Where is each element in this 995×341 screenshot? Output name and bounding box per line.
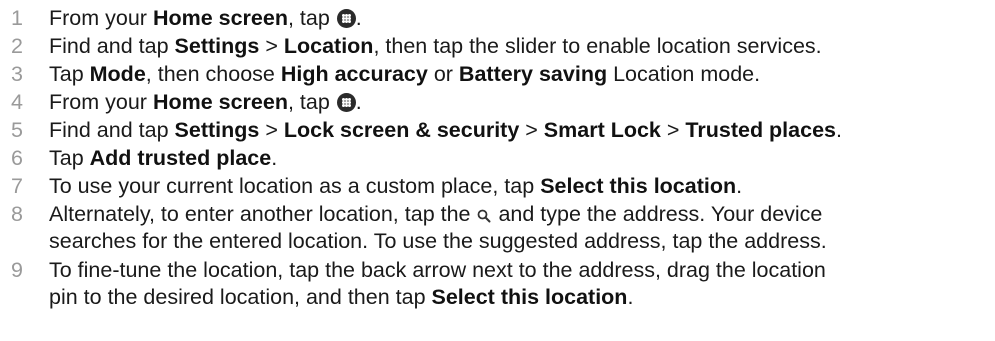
step-text: To fine-tune the location, tap the back …	[49, 257, 995, 311]
text-run: Tap	[49, 62, 90, 86]
search-icon	[476, 208, 492, 224]
text-run: , tap	[287, 90, 336, 114]
text-run: .	[836, 118, 842, 142]
bold-term: Home screen	[152, 90, 288, 114]
bold-term: Settings	[174, 34, 260, 58]
text-run: .	[736, 174, 743, 198]
text-run: pin to the desired location, and then ta…	[49, 285, 432, 309]
text-run: >	[259, 34, 284, 58]
text-run: searches for the entered location. To us…	[49, 229, 827, 253]
step-text: Find and tap Settings > Lock screen & se…	[49, 117, 995, 144]
text-run: Tap	[49, 146, 90, 170]
bold-term: Mode	[89, 62, 146, 86]
bold-term: High accuracy	[280, 62, 428, 86]
text-run: .	[627, 285, 634, 309]
text-run: >	[660, 118, 686, 142]
text-run: From your	[49, 90, 153, 114]
step-number: 8	[11, 202, 23, 226]
step-text: To use your current location as a custom…	[49, 173, 995, 200]
step-number: 5	[11, 118, 23, 142]
step-text: Tap Add trusted place.	[49, 145, 995, 172]
text-run: .	[355, 90, 362, 114]
text-run: To fine-tune the location, tap the back …	[49, 258, 826, 282]
step-number: 1	[11, 6, 23, 30]
bold-term: Select this location	[540, 174, 737, 198]
step-number: 4	[11, 90, 23, 114]
step-number: 9	[11, 258, 23, 282]
apps-grid-icon	[336, 9, 356, 28]
bold-term: Location	[283, 34, 374, 58]
text-run: >	[259, 118, 284, 142]
text-run: .	[355, 6, 362, 30]
text-run: .	[271, 146, 278, 170]
step-text: Find and tap Settings > Location, then t…	[49, 33, 995, 60]
instruction-steps: 1 From your Home screen, tap . 2 Find an…	[0, 0, 995, 341]
bold-term: Smart Lock	[543, 118, 661, 142]
step-number: 3	[11, 62, 23, 86]
text-run: From your	[49, 6, 153, 30]
apps-grid-icon	[336, 93, 356, 112]
text-run: and type the address. Your device	[492, 202, 823, 226]
text-run: , then tap the slider to enable location…	[373, 34, 822, 58]
step-number: 2	[11, 34, 23, 58]
text-run: or	[427, 62, 459, 86]
bold-term: Add trusted place	[89, 146, 272, 170]
bold-term: Battery saving	[458, 62, 608, 86]
text-run: Location mode.	[607, 62, 761, 86]
step-text: From your Home screen, tap .	[49, 5, 995, 32]
bold-term: Settings	[174, 118, 260, 142]
text-run: To use your current location as a custom…	[49, 174, 541, 198]
text-run: >	[519, 118, 544, 142]
text-run: Find and tap	[49, 34, 175, 58]
step-text: Tap Mode, then choose High accuracy or B…	[49, 61, 995, 88]
step-number: 7	[11, 174, 23, 198]
step-text: Alternately, to enter another location, …	[49, 201, 995, 255]
step-text: From your Home screen, tap .	[49, 89, 995, 116]
text-run: Alternately, to enter another location, …	[49, 202, 477, 226]
bold-term: Home screen	[152, 6, 288, 30]
step-number: 6	[11, 146, 23, 170]
bold-term: Lock screen & security	[283, 118, 520, 142]
text-run: Find and tap	[49, 118, 175, 142]
text-run: , tap	[287, 6, 336, 30]
bold-term: Trusted places	[685, 118, 836, 142]
text-run: , then choose	[145, 62, 281, 86]
bold-term: Select this location	[431, 285, 628, 309]
